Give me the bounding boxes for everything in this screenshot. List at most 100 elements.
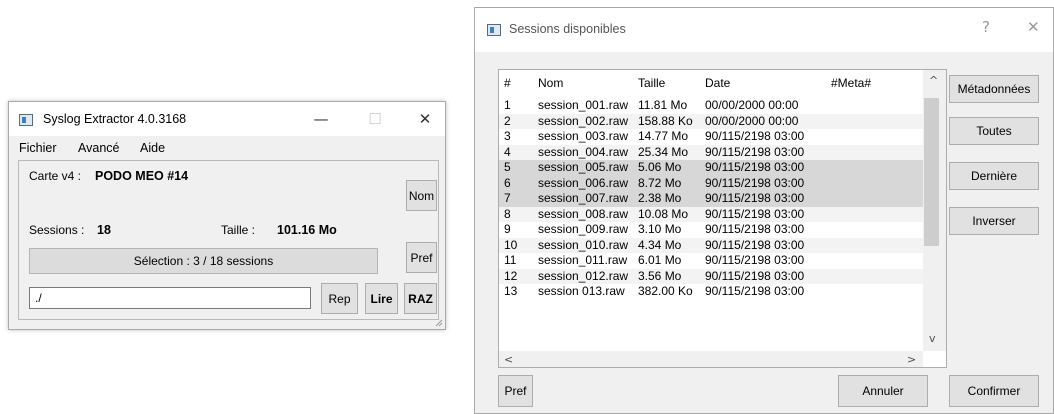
cell-nom: session_005.raw [538,160,629,174]
carte-label: Carte v4 : [29,169,82,183]
confirm-button[interactable]: Confirmer [949,375,1039,407]
toutes-button[interactable]: Toutes [949,117,1039,145]
table-row[interactable]: 2 session_002.raw 158.88 Ko 00/00/2000 00:0… [499,113,923,129]
cell-num: 1 [504,98,511,112]
close-icon[interactable]: ✕ [1027,18,1040,36]
scroll-left-icon[interactable]: < [504,353,513,366]
cell-taille: 4.34 Mo [638,237,682,252]
rep-button[interactable]: Rep [321,283,358,314]
cell-nom: session_008.raw [538,206,629,221]
cancel-button[interactable]: Annuler [838,375,928,407]
syslog-extractor-window: Syslog Extractor 4.0.3168 — ☐ ✕ Fichier … [8,101,446,330]
cell-taille: 158.88 Ko [638,113,693,128]
cell-taille: 3.56 Mo [638,268,682,283]
cell-num: 13 [504,284,518,298]
help-icon[interactable]: ? [982,18,990,36]
table-row[interactable]: 6 session_006.raw 8.72 Mo 90/115/2198 03:00 [499,175,923,191]
cell-nom: session_006.raw [538,175,629,190]
column-header-nom[interactable]: Nom [538,76,563,90]
cell-date: 90/115/2198 03:00 [705,268,805,283]
menu-avance[interactable]: Avancé [78,141,119,155]
table-body: 1 session_001.raw 11.81 Mo 00/00/2000 00:00… [499,98,923,300]
table-row[interactable]: 7 session_007.raw 2.38 Mo 90/115/2198 03:00 [499,191,923,207]
sessions-table[interactable]: # Nom Taille Date #Meta# 1 session_001.ra… [498,69,947,368]
table-row[interactable]: 8 session_008.raw 10.08 Mo 90/115/2198 03:0… [499,206,923,222]
cell-taille: 3.10 Mo [638,222,682,236]
table-header: # Nom Taille Date #Meta# [499,70,923,94]
cell-taille: 11.81 Mo [638,98,688,112]
cell-num: 8 [504,206,511,221]
dialog-pref-button[interactable]: Pref [498,375,533,407]
selection-status[interactable]: Sélection : 3 / 18 sessions [29,248,378,274]
cell-num: 10 [504,237,518,252]
sessions-value: 18 [97,223,111,237]
table-row[interactable]: 9 session_009.raw 3.10 Mo 90/115/2198 03:00 [499,222,923,238]
cell-taille: 14.77 Mo [638,129,689,143]
taille-label: Taille : [221,223,256,237]
cell-taille: 2.38 Mo [638,191,682,205]
cell-num: 4 [504,144,511,159]
resize-grip-icon[interactable] [433,317,443,327]
menu-bar: Fichier Avancé Aide [9,136,445,158]
cell-nom: session_010.raw [538,237,629,252]
nom-button[interactable]: Nom [406,180,437,211]
derniere-button[interactable]: Dernière [949,162,1039,190]
cell-date: 90/115/2198 03:00 [705,129,805,143]
close-icon[interactable]: ✕ [403,102,447,136]
cell-nom: session_007.raw [538,191,629,205]
card-panel: Carte v4 : PODO MEO #14 Nom Sessions : 1… [18,160,439,320]
path-input[interactable] [29,287,311,309]
scroll-up-icon[interactable]: ^ [929,74,938,87]
cell-nom: session_009.raw [538,222,629,236]
cell-nom: session_001.raw [538,98,629,112]
cell-num: 12 [504,268,518,283]
inverser-button[interactable]: Inverser [949,207,1039,235]
scroll-right-icon[interactable]: > [907,353,916,366]
column-header-taille[interactable]: Taille [638,76,665,90]
cell-num: 11 [504,253,517,267]
lire-button[interactable]: Lire [365,283,398,314]
cell-nom: session_004.raw [538,144,629,159]
cell-num: 2 [504,113,511,128]
vertical-scroll-thumb[interactable] [924,98,939,246]
column-header-date[interactable]: Date [705,76,730,90]
cell-taille: 25.34 Mo [638,144,689,159]
scroll-down-icon[interactable]: v [929,332,936,345]
cell-taille: 5.06 Mo [638,160,682,174]
pref-button[interactable]: Pref [406,242,437,273]
maximize-icon[interactable]: ☐ [353,102,397,136]
column-header-meta[interactable]: #Meta# [831,76,871,90]
cell-date: 90/115/2198 03:00 [705,222,805,236]
metadonnees-button[interactable]: Métadonnées [949,75,1039,103]
table-row[interactable]: 5 session_005.raw 5.06 Mo 90/115/2198 03:00 [499,160,923,176]
table-row[interactable]: 10 session_010.raw 4.34 Mo 90/115/2198 03:0… [499,237,923,253]
horizontal-scrollbar[interactable]: < > [499,351,923,367]
cell-nom: session_011.raw [538,253,628,267]
column-header-num[interactable]: # [504,76,511,90]
cell-date: 90/115/2198 03:00 [705,175,805,190]
cell-date: 90/115/2198 03:00 [705,206,805,221]
cell-nom: session_012.raw [538,268,629,283]
raz-button[interactable]: RAZ [404,283,437,314]
cell-date: 00/00/2000 00:00 [705,98,799,112]
cell-taille: 10.08 Mo [638,206,689,221]
table-row[interactable]: 12 session_012.raw 3.56 Mo 90/115/2198 03:0… [499,268,923,284]
cell-nom: session_003.raw [538,129,629,143]
title-bar[interactable]: Syslog Extractor 4.0.3168 — ☐ ✕ [9,102,445,136]
table-row[interactable]: 4 session_004.raw 25.34 Mo 90/115/2198 03:0… [499,144,923,160]
cell-date: 90/115/2198 03:00 [705,191,805,205]
table-row[interactable]: 1 session_001.raw 11.81 Mo 00/00/2000 00:00 [499,98,923,114]
cell-taille: 6.01 Mo [638,253,682,267]
menu-aide[interactable]: Aide [140,141,165,155]
dialog-title-bar[interactable]: Sessions disponibles ? ✕ [475,8,1053,52]
cell-date: 90/115/2198 03:00 [705,284,805,298]
cell-num: 3 [504,129,511,143]
table-row[interactable]: 3 session_003.raw 14.77 Mo 90/115/2198 03:0… [499,129,923,145]
table-row[interactable]: 13 session 013.raw 382.00 Ko 90/115/2198 03… [499,284,923,300]
app-icon [487,24,501,36]
menu-fichier[interactable]: Fichier [19,141,57,155]
table-row[interactable]: 11 session_011.raw 6.01 Mo 90/115/2198 03:0… [499,253,923,269]
minimize-icon[interactable]: — [299,102,343,136]
cell-nom: session_002.raw [538,113,629,128]
cell-date: 90/115/2198 03:00 [705,160,805,174]
